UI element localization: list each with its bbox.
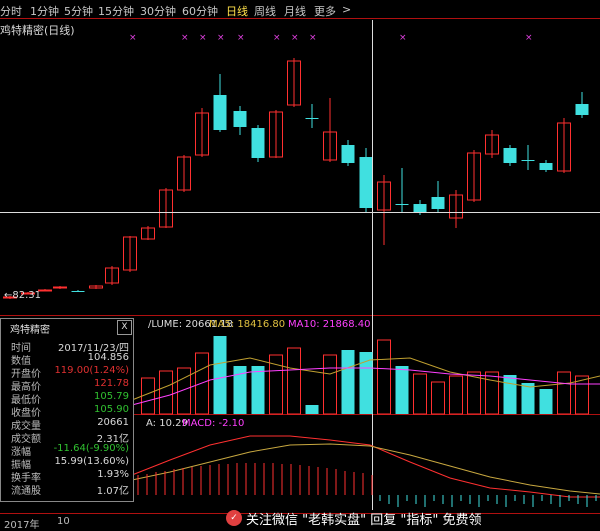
candle-down (251, 128, 265, 158)
macd-dea-line (131, 443, 600, 495)
volume-bar-up (323, 354, 337, 415)
chevron-right-icon[interactable]: > (342, 3, 351, 16)
signal-marker: × (217, 33, 225, 43)
candle-up (53, 286, 67, 289)
quote-info-value: 105.90 (94, 404, 129, 415)
date-axis-year: 2017年 (4, 520, 40, 531)
volume-ma5-label: MA5: 18416.80 (209, 319, 286, 330)
volume-bar-down (503, 375, 517, 414)
timeframe-1[interactable]: 1分钟 (30, 3, 59, 19)
signal-marker: × (237, 33, 245, 43)
candle-down (503, 148, 517, 163)
quote-info-row: 最高价 121.78 (1, 378, 133, 393)
volume-bar-up (431, 381, 445, 415)
signal-marker: × (399, 33, 407, 43)
candle-down (575, 104, 589, 115)
timeframe-2[interactable]: 5分钟 (64, 3, 93, 19)
quote-info-row: 成交量 20661 (1, 417, 133, 432)
watermark-text: 关注微信 "老韩实盘" 回复 "指标" 免费领 (246, 513, 482, 528)
timeframe-3[interactable]: 15分钟 (98, 3, 134, 19)
volume-bar-down (213, 336, 227, 414)
macd-dif-line (131, 435, 600, 498)
quote-info-value: 1.93% (97, 469, 129, 480)
quote-info-value: 105.79 (94, 391, 129, 402)
timeframe-0[interactable]: 分时 (0, 3, 22, 19)
signal-marker: × (525, 33, 533, 43)
timeframe-5[interactable]: 60分钟 (182, 3, 218, 19)
price-panel-title: 鸡特精密(日线) (0, 24, 75, 37)
quote-info-value: 15.99(13.60%) (54, 456, 129, 467)
signal-marker: × (309, 33, 317, 43)
volume-bar-down (395, 366, 409, 414)
quote-info-row: 时间 2017/11/23/四 (1, 339, 133, 354)
volume-bar-up (485, 371, 499, 415)
candle-down (413, 204, 427, 212)
volume-bar-up (449, 375, 463, 415)
low-price-marker: ←82.31 (4, 290, 42, 301)
volume-bar-up (377, 339, 391, 415)
signal-marker: × (129, 33, 137, 43)
volume-bar-down (305, 405, 319, 414)
volume-bar-down (341, 350, 355, 414)
quote-info-label: 流通股 (11, 486, 41, 497)
quote-info-value: 1.07亿 (96, 486, 129, 497)
candle-down (71, 291, 85, 292)
date-axis-month: 10 (57, 516, 70, 527)
quote-info-row: 开盘价 119.00(1.24%) (1, 365, 133, 380)
quote-info-value: 121.78 (94, 378, 129, 389)
volume-bar-up (159, 370, 173, 415)
timeframe-6[interactable]: 日线 (226, 3, 248, 19)
volume-bar-down (521, 383, 535, 414)
candle-down (395, 204, 409, 205)
signal-marker: × (199, 33, 207, 43)
quote-info-window[interactable]: 鸡特精密 X 时间 2017/11/23/四 数值 104.856 开盘价 119.00(… (0, 318, 134, 502)
quote-info-row: 收盘价 105.90 (1, 404, 133, 419)
quote-info-row: 数值 104.856 (1, 352, 133, 367)
timeframe-7[interactable]: 周线 (254, 3, 276, 19)
signal-marker: × (291, 33, 299, 43)
candle-down (305, 118, 319, 119)
timeframe-9[interactable]: 更多 (314, 3, 336, 19)
candle-down (213, 95, 227, 130)
volume-bar-down (251, 366, 265, 414)
candle-down (521, 160, 535, 161)
signal-marker: × (273, 33, 281, 43)
quote-info-row: 涨幅 -11.64(-9.90%) (1, 443, 133, 458)
candle-down (341, 145, 355, 163)
quote-info-row: 成交额 2.31亿 (1, 430, 133, 445)
macd-label: MACD: -2.10 (182, 418, 245, 429)
volume-bar-up (557, 371, 571, 415)
quote-info-value: 20661 (97, 417, 129, 428)
volume-bar-up (287, 347, 301, 415)
quote-info-value: -11.64(-9.90%) (53, 443, 129, 454)
wechat-icon: ✓ (226, 510, 242, 526)
quote-info-row: 流通股 1.07亿 (1, 482, 133, 497)
timeframe-4[interactable]: 30分钟 (140, 3, 176, 19)
quote-info-title: 鸡特精密 (10, 325, 50, 336)
volume-bar-up (467, 371, 481, 415)
candle-down (233, 111, 247, 127)
close-icon[interactable]: X (117, 320, 132, 335)
quote-info-header[interactable]: 鸡特精密 X (1, 319, 133, 337)
candle-down (539, 163, 553, 170)
volume-bar-down (539, 389, 553, 414)
quote-info-value: 119.00(1.24%) (54, 365, 129, 376)
quote-info-value: 104.856 (87, 352, 129, 363)
candle-down (359, 157, 373, 208)
volume-ma10-label: MA10: 21868.40 (288, 319, 371, 330)
signal-marker: × (181, 33, 189, 43)
candle-down (431, 197, 445, 209)
quote-info-row: 最低价 105.79 (1, 391, 133, 406)
quote-info-row: 振幅 15.99(13.60%) (1, 456, 133, 471)
volume-bar-up (413, 373, 427, 415)
timeframe-8[interactable]: 月线 (284, 3, 306, 19)
timeframe-toolbar: 分时 1分钟 5分钟 15分钟 30分钟 60分钟 日线 周线 月线 更多 > (0, 0, 600, 19)
quote-info-row: 换手率 1.93% (1, 469, 133, 484)
